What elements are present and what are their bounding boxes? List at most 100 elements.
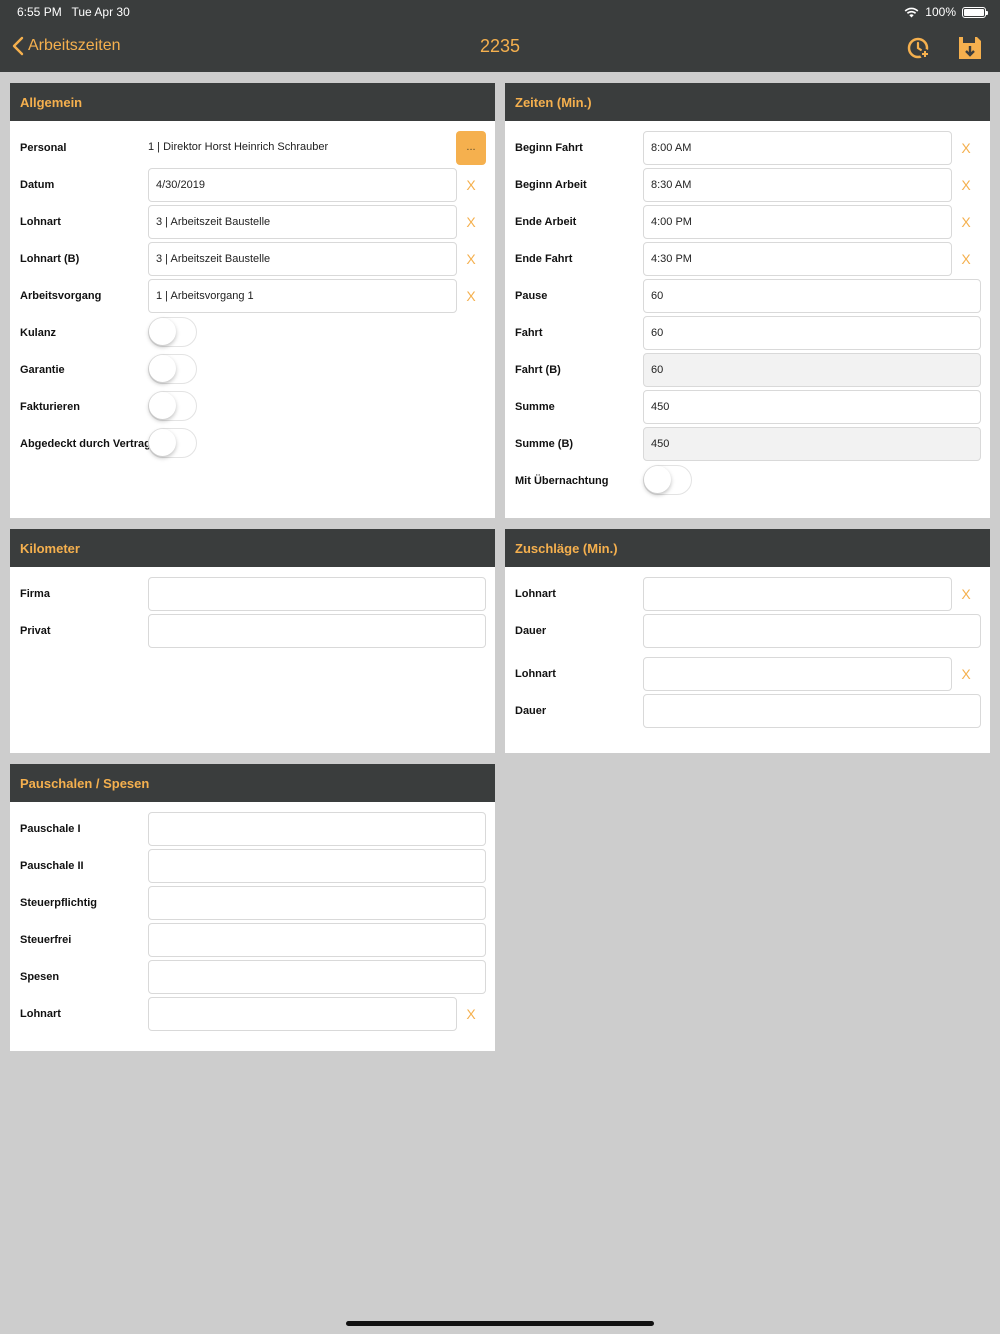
fahrt-field[interactable]: 60 <box>643 316 981 350</box>
pause-field[interactable]: 60 <box>643 279 981 313</box>
row-summe: Summe 450 <box>505 390 990 424</box>
row-zuschlag-lohnart-1: Lohnart X <box>505 577 990 611</box>
fakturieren-toggle[interactable] <box>148 391 197 421</box>
row-firma: Firma <box>10 577 495 611</box>
row-datum: Datum 4/30/2019 X <box>10 168 495 202</box>
beginn-arbeit-field[interactable]: 8:30 AM <box>643 168 952 202</box>
battery-icon <box>962 6 988 18</box>
ende-arbeit-field[interactable]: 4:00 PM <box>643 205 952 239</box>
row-zuschlag-lohnart-2: Lohnart X <box>505 657 990 691</box>
row-fahrt-b: Fahrt (B) 60 <box>505 353 990 387</box>
row-pauschale-1: Pauschale I <box>10 812 495 846</box>
label-datum: Datum <box>20 179 55 191</box>
fahrt-b-field: 60 <box>643 353 981 387</box>
panel-zeiten: Zeiten (Min.) Beginn Fahrt 8:00 AM X Beg… <box>505 83 990 518</box>
personal-value: 1 | Direktor Horst Heinrich Schrauber <box>148 131 453 165</box>
zuschlag-lohnart-2-clear-icon[interactable]: X <box>959 666 973 682</box>
row-vertrag: Abgedeckt durch Vertrag <box>10 427 495 461</box>
label-fakturieren: Fakturieren <box>20 401 80 413</box>
lohnart-b-clear-icon[interactable]: X <box>464 251 478 267</box>
zuschlag-dauer-1-field[interactable] <box>643 614 981 648</box>
row-uebernachtung: Mit Übernachtung <box>505 464 990 498</box>
steuerfrei-field[interactable] <box>148 923 486 957</box>
pauschale-1-field[interactable] <box>148 812 486 846</box>
pauschalen-lohnart-field[interactable] <box>148 997 457 1031</box>
label-fahrt: Fahrt <box>515 327 543 339</box>
row-steuerpflichtig: Steuerpflichtig <box>10 886 495 920</box>
toggle-knob <box>644 466 671 493</box>
lohnart-field[interactable]: 3 | Arbeitszeit Baustelle <box>148 205 457 239</box>
uebernachtung-toggle[interactable] <box>643 465 692 495</box>
label-summe: Summe <box>515 401 555 413</box>
row-spesen: Spesen <box>10 960 495 994</box>
label-arbeitsvorgang: Arbeitsvorgang <box>20 290 102 302</box>
zuschlag-lohnart-1-clear-icon[interactable]: X <box>959 586 973 602</box>
lohnart-clear-icon[interactable]: X <box>464 214 478 230</box>
personal-select-button[interactable]: ... <box>456 131 486 165</box>
lohnart-b-field[interactable]: 3 | Arbeitszeit Baustelle <box>148 242 457 276</box>
row-steuerfrei: Steuerfrei <box>10 923 495 957</box>
firma-field[interactable] <box>148 577 486 611</box>
label-personal: Personal <box>20 142 67 154</box>
label-garantie: Garantie <box>20 364 65 376</box>
vertrag-toggle[interactable] <box>148 428 197 458</box>
toggle-knob <box>149 355 176 382</box>
ende-fahrt-field[interactable]: 4:30 PM <box>643 242 952 276</box>
label-lohnart: Lohnart <box>20 216 61 228</box>
datum-clear-icon[interactable]: X <box>464 177 478 193</box>
ende-arbeit-clear-icon[interactable]: X <box>959 214 973 230</box>
zuschlag-lohnart-2-field[interactable] <box>643 657 952 691</box>
panel-header-allgemein: Allgemein <box>10 83 495 121</box>
row-ende-arbeit: Ende Arbeit 4:00 PM X <box>505 205 990 239</box>
page-title: 2235 <box>479 36 521 56</box>
label-ende-arbeit: Ende Arbeit <box>515 216 577 228</box>
row-arbeitsvorgang: Arbeitsvorgang 1 | Arbeitsvorgang 1 X <box>10 279 495 313</box>
row-beginn-arbeit: Beginn Arbeit 8:30 AM X <box>505 168 990 202</box>
arbeitsvorgang-clear-icon[interactable]: X <box>464 288 478 304</box>
privat-field[interactable] <box>148 614 486 648</box>
label-beginn-fahrt: Beginn Fahrt <box>515 142 583 154</box>
label-zuschlag-lohnart-1: Lohnart <box>515 588 556 600</box>
toggle-knob <box>149 429 176 456</box>
label-vertrag: Abgedeckt durch Vertrag <box>20 438 151 450</box>
label-pauschale-1: Pauschale I <box>20 823 81 835</box>
pauschalen-lohnart-clear-icon[interactable]: X <box>464 1006 478 1022</box>
label-kulanz: Kulanz <box>20 327 57 339</box>
arbeitsvorgang-field[interactable]: 1 | Arbeitsvorgang 1 <box>148 279 457 313</box>
summe-b-field: 450 <box>643 427 981 461</box>
label-zuschlag-dauer-2: Dauer <box>515 705 547 717</box>
pauschale-2-field[interactable] <box>148 849 486 883</box>
spesen-field[interactable] <box>148 960 486 994</box>
datum-field[interactable]: 4/30/2019 <box>148 168 457 202</box>
label-beginn-arbeit: Beginn Arbeit <box>515 179 587 191</box>
toggle-knob <box>149 318 176 345</box>
save-icon[interactable] <box>956 34 984 62</box>
zuschlag-dauer-2-field[interactable] <box>643 694 981 728</box>
row-zuschlag-dauer-2: Dauer <box>505 694 990 728</box>
label-privat: Privat <box>20 625 51 637</box>
row-lohnart-b: Lohnart (B) 3 | Arbeitszeit Baustelle X <box>10 242 495 276</box>
steuerpflichtig-field[interactable] <box>148 886 486 920</box>
beginn-fahrt-clear-icon[interactable]: X <box>959 140 973 156</box>
summe-field[interactable]: 450 <box>643 390 981 424</box>
zuschlag-lohnart-1-field[interactable] <box>643 577 952 611</box>
label-zuschlag-dauer-1: Dauer <box>515 625 547 637</box>
status-time-value: 6:55 PM <box>17 5 62 19</box>
garantie-toggle[interactable] <box>148 354 197 384</box>
status-right: 100% <box>904 5 988 19</box>
row-personal: Personal 1 | Direktor Horst Heinrich Sch… <box>10 131 495 165</box>
row-fakturieren: Fakturieren <box>10 390 495 424</box>
panel-pauschalen: Pauschalen / Spesen Pauschale I Pauschal… <box>10 764 495 1051</box>
row-beginn-fahrt: Beginn Fahrt 8:00 AM X <box>505 131 990 165</box>
status-time: 6:55 PM Tue Apr 30 <box>17 5 130 19</box>
clock-add-icon[interactable] <box>905 34 933 62</box>
beginn-arbeit-clear-icon[interactable]: X <box>959 177 973 193</box>
label-steuerpflichtig: Steuerpflichtig <box>20 897 98 909</box>
beginn-fahrt-field[interactable]: 8:00 AM <box>643 131 952 165</box>
status-bar: 6:55 PM Tue Apr 30 100% <box>0 0 1000 24</box>
label-pause: Pause <box>515 290 548 302</box>
ende-fahrt-clear-icon[interactable]: X <box>959 251 973 267</box>
kulanz-toggle[interactable] <box>148 317 197 347</box>
label-ende-fahrt: Ende Fahrt <box>515 253 573 265</box>
panel-header-kilometer: Kilometer <box>10 529 495 567</box>
